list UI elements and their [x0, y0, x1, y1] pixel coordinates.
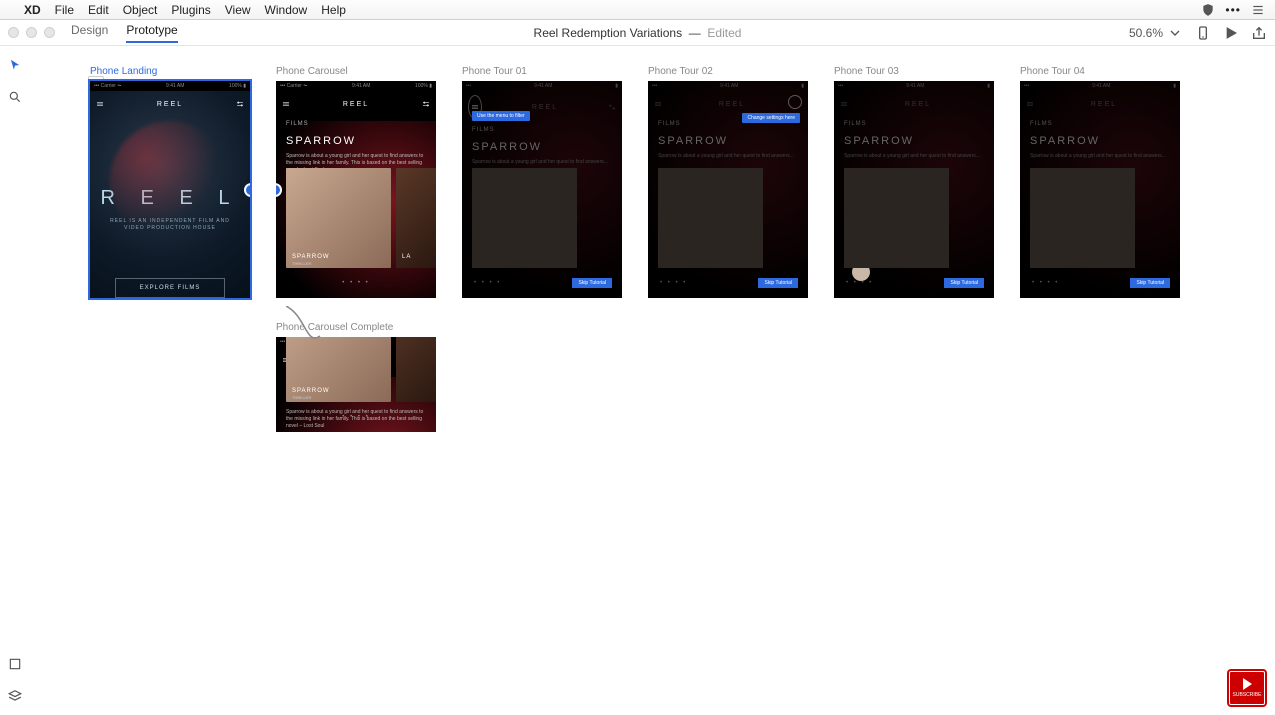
layers-icon[interactable]: [8, 689, 22, 703]
film-card: SPARROW THRILLER: [286, 168, 391, 268]
menu-view[interactable]: View: [225, 3, 251, 17]
settings-icon: [236, 95, 244, 113]
skip-tutorial-button: Skip Tutorial: [1130, 278, 1170, 288]
artboard-phone-carousel[interactable]: ••• Carrier ⏦9:41 AM100% ▮ REEL FILMS SP…: [276, 81, 436, 298]
artboard-phone-tour-02[interactable]: •••9:41 AM▮ REEL Change settings here FI…: [648, 81, 808, 298]
menu-plugins[interactable]: Plugins: [171, 3, 210, 17]
zoom-control[interactable]: 50.6%: [1129, 25, 1183, 41]
skip-tutorial-button: Skip Tutorial: [572, 278, 612, 288]
canvas[interactable]: Phone Landing ••• Carrier ⏦9:41 AM100% ▮…: [30, 46, 1275, 715]
app-toolbar: Design Prototype Reel Redemption Variati…: [0, 20, 1275, 46]
skip-tutorial-button: Skip Tutorial: [758, 278, 798, 288]
mac-menubar: XD File Edit Object Plugins View Window …: [0, 0, 1275, 20]
artboard-phone-tour-03[interactable]: •••9:41 AM▮ REEL FILMS SPARROW Sparrow i…: [834, 81, 994, 298]
artboard-label-tour03[interactable]: Phone Tour 03: [834, 66, 994, 77]
artboard-tool-icon[interactable]: [8, 657, 22, 671]
document-title: Reel Redemption Variations — Edited: [534, 26, 742, 40]
app-name[interactable]: XD: [24, 3, 41, 17]
tab-prototype[interactable]: Prototype: [126, 23, 177, 43]
artboard-phone-tour-01[interactable]: •••9:41 AM▮ REEL Use the menu to filter …: [462, 81, 622, 298]
artboard-label-tour01[interactable]: Phone Tour 01: [462, 66, 622, 77]
artboard-label-tour02[interactable]: Phone Tour 02: [648, 66, 808, 77]
artboard-label-tour04[interactable]: Phone Tour 04: [1020, 66, 1180, 77]
zoom-tool-icon[interactable]: [8, 90, 22, 104]
tour-tooltip: Use the menu to filter: [472, 111, 530, 121]
menu-object[interactable]: Object: [123, 3, 158, 17]
tray-dots-icon[interactable]: •••: [1225, 3, 1241, 17]
device-preview-icon[interactable]: [1195, 25, 1211, 41]
select-tool-icon[interactable]: [8, 58, 22, 72]
share-icon[interactable]: [1251, 25, 1267, 41]
artboard-phone-tour-04[interactable]: •••9:41 AM▮ REEL FILMS SPARROW Sparrow i…: [1020, 81, 1180, 298]
menu-window[interactable]: Window: [265, 3, 308, 17]
play-icon: [1243, 678, 1252, 690]
menu-help[interactable]: Help: [321, 3, 346, 17]
artboard-label-landing[interactable]: Phone Landing: [90, 66, 250, 77]
menu-file[interactable]: File: [55, 3, 74, 17]
hamburger-icon: [96, 95, 104, 113]
menubar-tray: •••: [1201, 3, 1265, 17]
list-icon[interactable]: [1251, 3, 1265, 17]
artboard-phone-landing[interactable]: ••• Carrier ⏦9:41 AM100% ▮ REEL R E E L …: [90, 81, 250, 298]
window-controls[interactable]: [8, 27, 55, 38]
explore-films-button: EXPLORE FILMS: [115, 278, 225, 298]
play-icon[interactable]: [1223, 25, 1239, 41]
shield-icon[interactable]: [1201, 3, 1215, 17]
chevron-down-icon[interactable]: [1167, 25, 1183, 41]
left-toolstrip: [0, 46, 30, 715]
artboard-label-carousel[interactable]: Phone Carousel: [276, 66, 436, 77]
menu-edit[interactable]: Edit: [88, 3, 109, 17]
tab-design[interactable]: Design: [71, 23, 108, 43]
youtube-subscribe-badge[interactable]: SUBSCRIBE: [1229, 671, 1265, 705]
prototype-wire: [286, 306, 326, 366]
skip-tutorial-button: Skip Tutorial: [944, 278, 984, 288]
